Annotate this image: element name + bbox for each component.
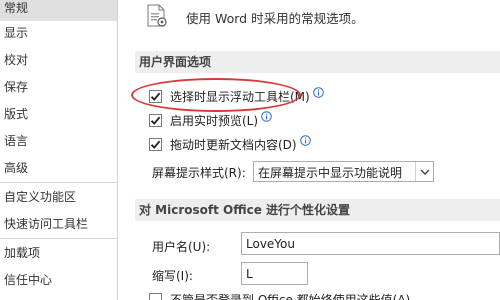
option-always-use-values[interactable]: 不管是否登录到 Office 都始终使用这些值(A): [149, 291, 410, 300]
live-preview-label: 启用实时预览(L): [170, 113, 259, 128]
always-use-values-label: 不管是否登录到 Office 都始终使用这些值(A): [170, 293, 411, 300]
check-icon: [150, 92, 161, 101]
info-icon: [261, 110, 272, 122]
live-preview-checkbox[interactable]: [149, 113, 162, 127]
sidebar-item-customize-ribbon[interactable]: 自定义功能区: [0, 184, 117, 210]
sidebar-item-advanced[interactable]: 高级: [0, 155, 117, 181]
screentip-style-value: 在屏幕提示中显示功能说明: [258, 166, 403, 180]
screentip-style-select[interactable]: 在屏幕提示中显示功能说明: [253, 161, 434, 182]
username-label: 用户名(U):: [152, 240, 211, 254]
general-intro-text: 使用 Word 时采用的常规选项。: [186, 11, 364, 26]
always-use-values-checkbox[interactable]: [149, 293, 162, 300]
sidebar-divider: [0, 182, 117, 183]
check-icon: [150, 140, 161, 149]
mini-toolbar-label: 选择时显示浮动工具栏(M): [170, 89, 310, 104]
sidebar-item-general[interactable]: 常规: [0, 0, 117, 21]
options-sidebar: 常规 显示 校对 保存 版式 语言 高级 自定义功能区 快速访问工具栏 加载项 …: [0, 0, 118, 300]
info-icon: [312, 86, 324, 98]
section-personalize-header: 对 Microsoft Office 进行个性化设置: [135, 199, 500, 221]
sidebar-item-layout[interactable]: 版式: [0, 101, 117, 127]
sidebar-item-language[interactable]: 语言: [0, 128, 117, 154]
info-icon: [299, 134, 311, 146]
sidebar-item-quick-access-toolbar[interactable]: 快速访问工具栏: [0, 211, 117, 237]
sidebar-item-save[interactable]: 保存: [0, 74, 117, 100]
initials-label: 缩写(I):: [152, 269, 193, 283]
sidebar-item-trust-center[interactable]: 信任中心: [0, 267, 117, 293]
chevron-down-icon[interactable]: [415, 162, 433, 181]
sidebar-divider: [0, 238, 117, 239]
sidebar-item-proofing[interactable]: 校对: [0, 47, 117, 73]
username-input[interactable]: [241, 232, 500, 255]
option-update-content-while-dragging[interactable]: 拖动时更新文档内容(D): [149, 134, 311, 154]
options-main-panel: 使用 Word 时采用的常规选项。 用户界面选项 选择时显示浮动工具栏(M) 启…: [119, 0, 500, 300]
option-live-preview[interactable]: 启用实时预览(L): [149, 110, 272, 130]
mini-toolbar-checkbox[interactable]: [149, 89, 162, 103]
section-ui-options-header: 用户界面选项: [135, 51, 500, 73]
update-dragging-label: 拖动时更新文档内容(D): [170, 137, 297, 152]
initials-input[interactable]: [241, 262, 308, 285]
option-show-mini-toolbar[interactable]: 选择时显示浮动工具栏(M): [149, 86, 324, 106]
update-dragging-checkbox[interactable]: [149, 137, 162, 151]
options-doc-icon: [146, 4, 168, 28]
screentip-style-label: 屏幕提示样式(R):: [152, 166, 246, 180]
sidebar-item-add-ins[interactable]: 加载项: [0, 240, 117, 266]
sidebar-item-display[interactable]: 显示: [0, 20, 117, 46]
check-icon: [150, 116, 161, 125]
